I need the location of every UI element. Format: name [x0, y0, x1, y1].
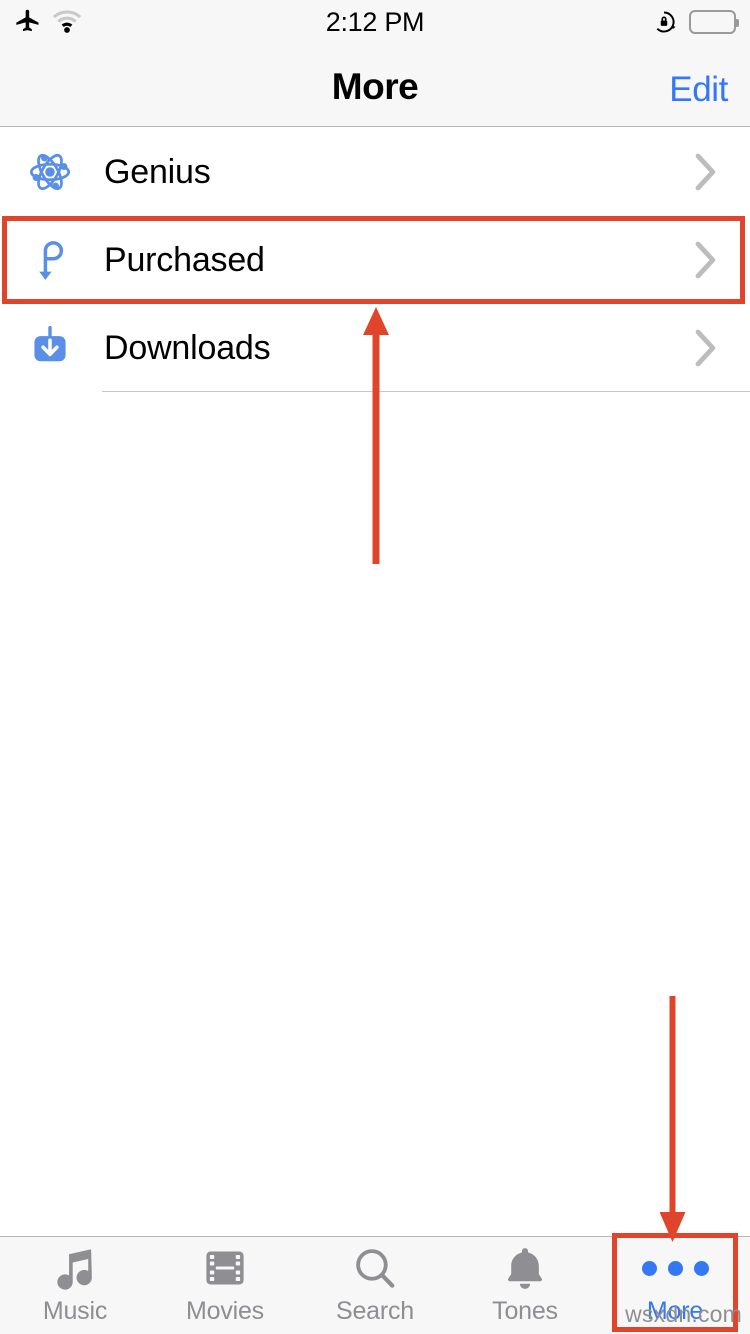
list-item-downloads[interactable]: Downloads [0, 304, 750, 392]
status-bar-time: 2:12 PM [325, 6, 425, 37]
music-note-icon [52, 1245, 98, 1291]
ellipsis-dot [667, 1260, 683, 1276]
list-item-purchased[interactable]: Purchased [0, 216, 750, 304]
bell-icon [502, 1245, 548, 1291]
tab-movies[interactable]: Movies [150, 1237, 300, 1334]
tab-search[interactable]: Search [300, 1237, 450, 1334]
chevron-right-icon [694, 152, 718, 192]
ellipsis-dot [641, 1260, 657, 1276]
ellipsis-icon [641, 1245, 709, 1291]
status-bar-right-group [651, 9, 739, 35]
status-bar: 2:12 PM [0, 0, 750, 44]
list-item-label: Genius [104, 152, 211, 191]
genius-atom-icon [22, 150, 78, 194]
ellipsis-dot [693, 1260, 709, 1276]
tab-label: Tones [492, 1297, 558, 1325]
battery-nub [736, 19, 739, 27]
watermark: wsxdn.com [625, 1301, 742, 1327]
navigation-bar: More Edit [0, 44, 750, 127]
more-options-list: Genius Purchased Downloads [0, 128, 750, 392]
chevron-right-icon [694, 240, 718, 280]
list-item-genius[interactable]: Genius [0, 128, 750, 216]
rotation-lock-icon [651, 9, 677, 35]
tab-label: Movies [186, 1297, 264, 1325]
downloads-box-icon [22, 325, 78, 371]
edit-button[interactable]: Edit [669, 70, 728, 110]
list-separator [102, 391, 750, 392]
purchased-p-arrow-icon [22, 237, 78, 283]
tab-label: Search [335, 1297, 414, 1325]
page-title: More [331, 66, 419, 107]
film-strip-icon [202, 1245, 248, 1291]
tab-label: Music [42, 1297, 108, 1325]
arrow-to-more-tab [659, 996, 686, 1242]
chevron-right-icon [694, 328, 718, 368]
tab-music[interactable]: Music [0, 1237, 150, 1334]
list-item-label: Downloads [104, 328, 271, 367]
list-item-label: Purchased [104, 240, 265, 279]
search-icon [352, 1245, 398, 1291]
battery-icon [689, 10, 739, 34]
tab-tones[interactable]: Tones [450, 1237, 600, 1334]
